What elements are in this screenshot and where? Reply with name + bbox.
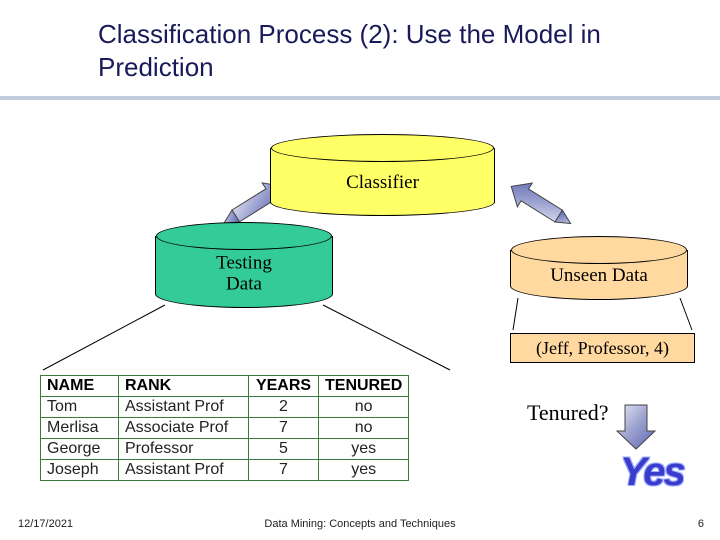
footer-source: Data Mining: Concepts and Techniques [264, 518, 455, 530]
table-row: George Professor 5 yes [41, 439, 409, 460]
testing-data-label: TestingData [216, 252, 272, 296]
col-header-tenured: TENURED [319, 376, 409, 397]
example-tuple-box: (Jeff, Professor, 4) [510, 333, 695, 363]
slide-title: Classification Process (2): Use the Mode… [0, 0, 620, 83]
testing-data-cylinder: TestingData [155, 236, 333, 308]
table-row: Tom Assistant Prof 2 no [41, 397, 409, 418]
testing-data-table: NAME RANK YEARS TENURED Tom Assistant Pr… [40, 375, 409, 481]
col-header-name: NAME [41, 376, 119, 397]
title-underline [0, 96, 720, 100]
classifier-cylinder: Classifier [270, 148, 495, 216]
unseen-data-cylinder: Unseen Data [510, 250, 688, 300]
col-header-rank: RANK [119, 376, 249, 397]
question-label: Tenured? [527, 400, 609, 426]
unseen-data-label: Unseen Data [550, 265, 648, 287]
footer-date: 12/17/2021 [18, 518, 73, 530]
yes-wordart: Yes [620, 450, 684, 495]
classifier-label: Classifier [346, 172, 419, 194]
footer-page-number: 6 [698, 518, 704, 530]
table-row: Merlisa Associate Prof 7 no [41, 418, 409, 439]
table-row: Joseph Assistant Prof 7 yes [41, 460, 409, 481]
table-header-row: NAME RANK YEARS TENURED [41, 376, 409, 397]
col-header-years: YEARS [249, 376, 319, 397]
